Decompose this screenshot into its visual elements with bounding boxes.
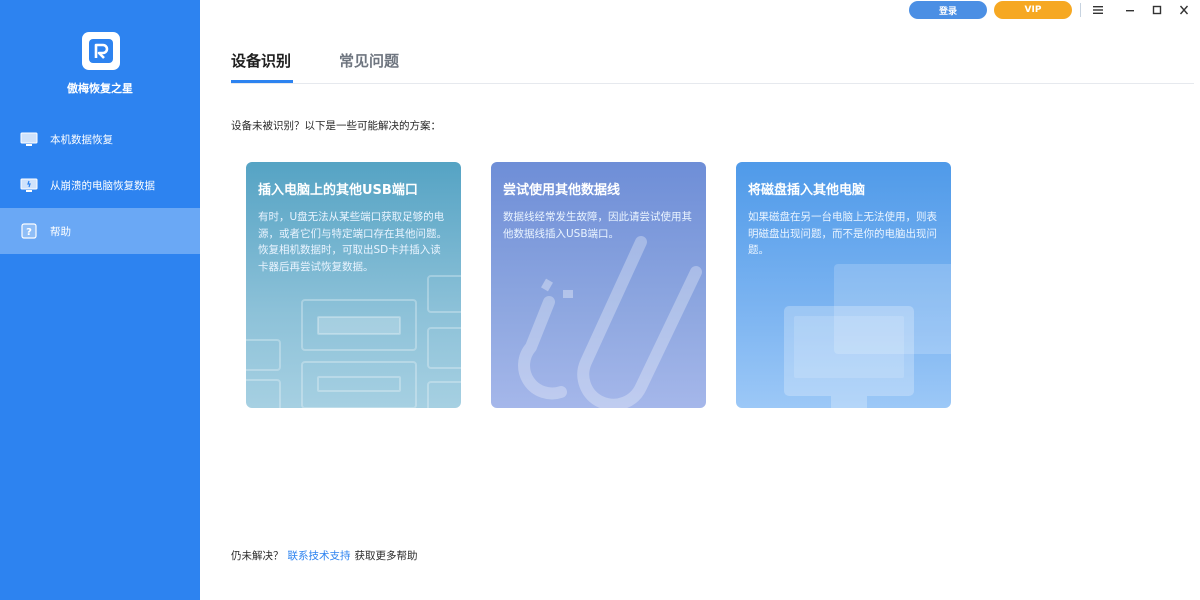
contact-support-link[interactable]: 联系技术支持 [288, 550, 351, 562]
solution-card-usb-port[interactable]: 插入电脑上的其他USB端口 有时，U盘无法从某些端口获取足够的电源，或者它们与特… [246, 162, 461, 408]
solution-card-other-pc[interactable]: 将磁盘插入其他电脑 如果磁盘在另一台电脑上无法使用，则表明磁盘出现问题，而不是你… [736, 162, 951, 408]
vip-button[interactable]: VIP [994, 1, 1072, 19]
section-question: 设备未被识别？以下是一些可能解决的方案： [231, 120, 441, 132]
solution-card-cable[interactable]: 尝试使用其他数据线 数据线经常发生故障，因此请尝试使用其他数据线插入USB端口。 [491, 162, 706, 408]
card-description: 有时，U盘无法从某些端口获取足够的电源，或者它们与特定端口存在其他问题。恢复相机… [258, 211, 447, 273]
app-name: 傲梅恢复之星 [67, 82, 133, 95]
sidebar-item-local-recovery[interactable]: 本机数据恢复 [0, 116, 200, 162]
minimize-icon[interactable] [1118, 0, 1142, 20]
menu-icon[interactable] [1086, 0, 1110, 20]
sidebar-item-crashed-pc[interactable]: 从崩溃的电脑恢复数据 [0, 162, 200, 208]
monitor-icon [20, 131, 38, 147]
footer-prefix: 仍未解决？ [231, 550, 284, 562]
card-title: 插入电脑上的其他USB端口 [258, 183, 418, 198]
tab-divider [231, 83, 1194, 84]
sidebar-item-label: 本机数据恢复 [50, 133, 113, 146]
footer-suffix: 获取更多帮助 [354, 550, 418, 562]
sidebar: 傲梅恢复之星 本机数据恢复 从崩溃的电脑恢复数据 ? 帮助 [0, 0, 200, 600]
app-logo-icon [82, 32, 120, 70]
card-description: 数据线经常发生故障，因此请尝试使用其他数据线插入USB端口。 [503, 211, 692, 240]
login-button[interactable]: 登录 [909, 1, 987, 19]
monitors-illustration [784, 264, 951, 408]
card-description: 如果磁盘在另一台电脑上无法使用，则表明磁盘出现问题，而不是你的电脑出现问题。 [748, 211, 937, 256]
card-title: 将磁盘插入其他电脑 [748, 183, 866, 198]
svg-text:?: ? [26, 227, 32, 238]
sidebar-item-label: 从崩溃的电脑恢复数据 [50, 179, 155, 192]
help-footer: 仍未解决？ 联系技术支持 获取更多帮助 [231, 548, 418, 563]
help-icon: ? [20, 223, 38, 239]
sidebar-item-label: 帮助 [50, 225, 71, 238]
titlebar-divider [1080, 3, 1081, 17]
card-title: 尝试使用其他数据线 [503, 183, 621, 198]
tab-faq[interactable]: 常见问题 [339, 50, 399, 71]
tab-device-recognition[interactable]: 设备识别 [231, 50, 291, 71]
sidebar-item-help[interactable]: ? 帮助 [0, 208, 200, 254]
maximize-icon[interactable] [1145, 0, 1169, 20]
cable-illustration [518, 236, 702, 408]
crashed-pc-icon [20, 177, 38, 193]
close-icon[interactable] [1172, 0, 1196, 20]
usb-port-illustration [246, 275, 461, 408]
